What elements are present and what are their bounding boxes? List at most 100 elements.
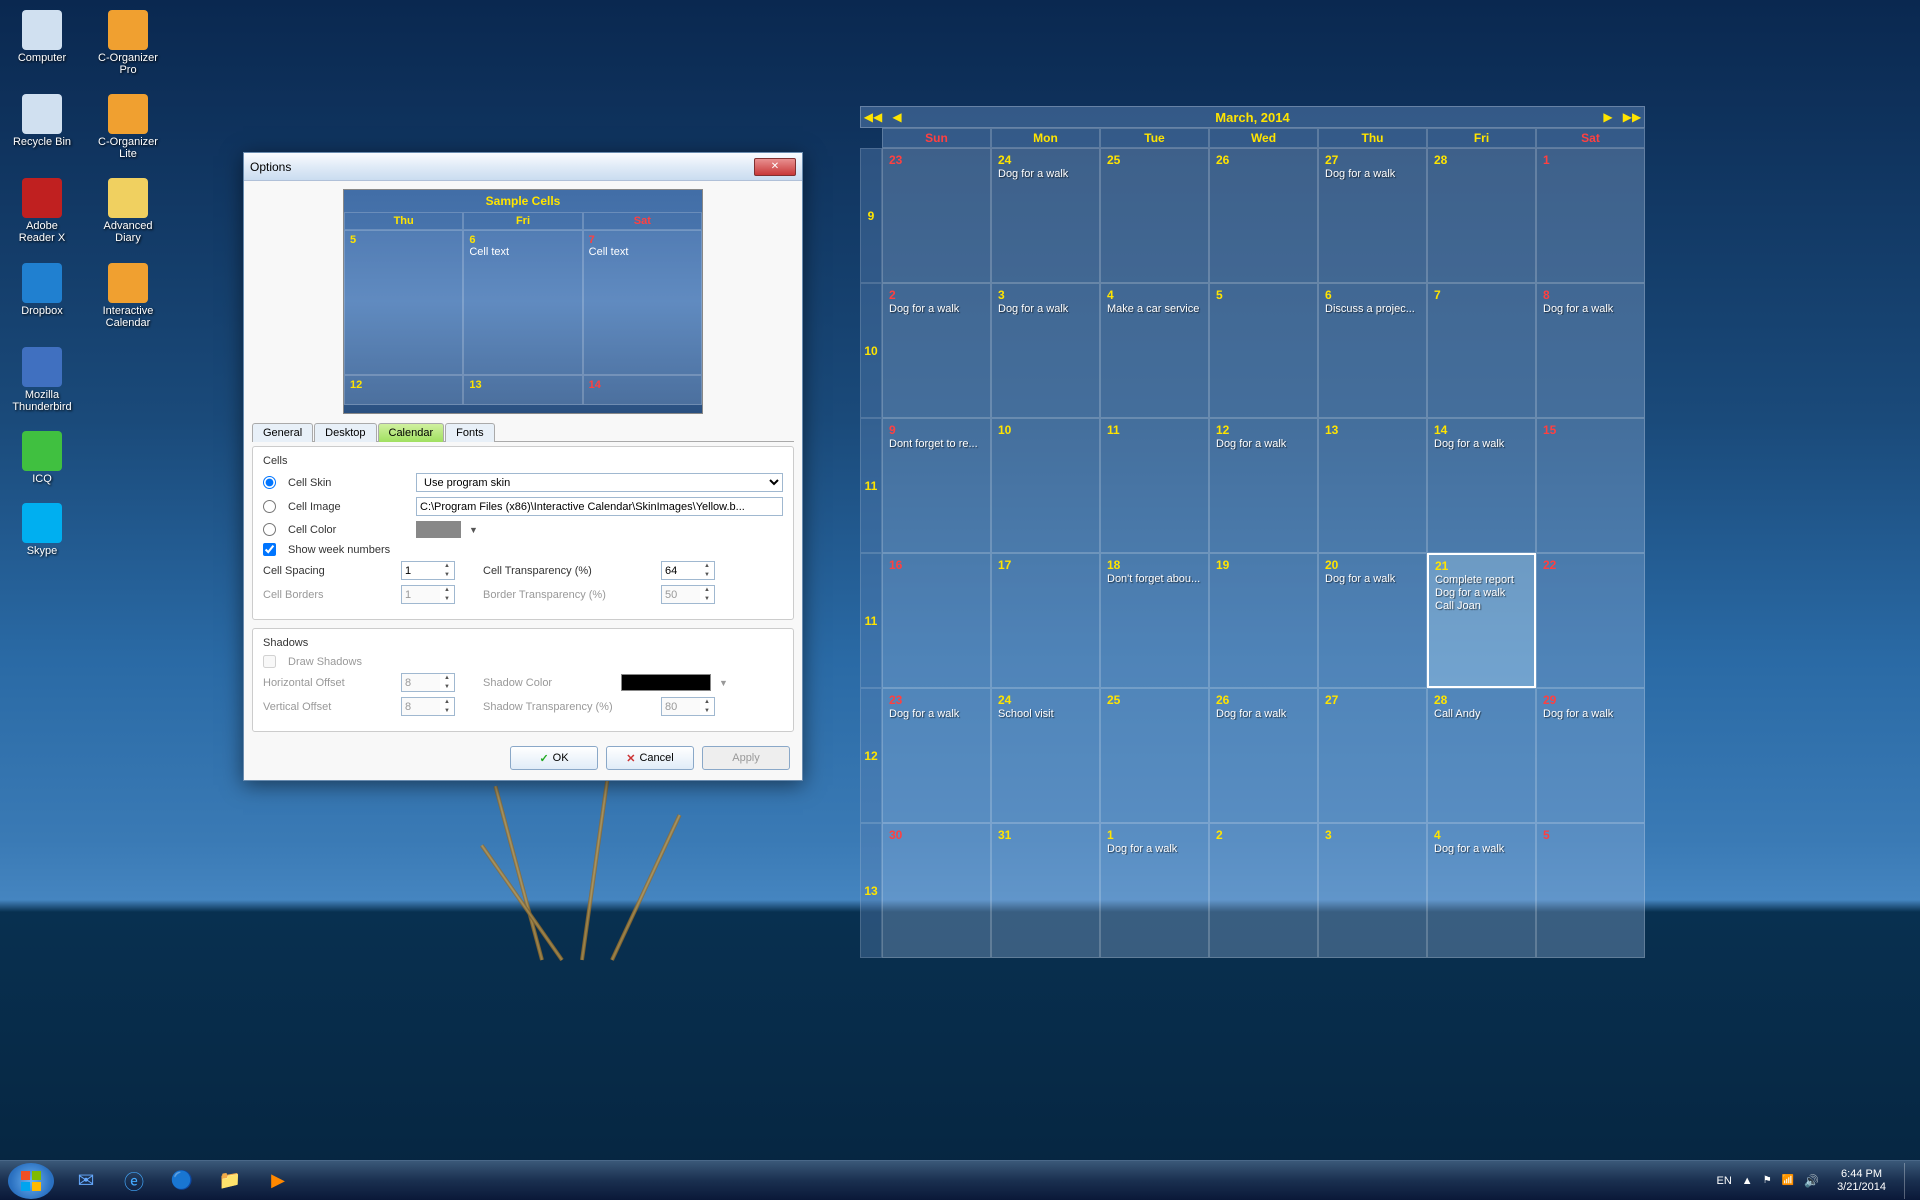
tab-general[interactable]: General bbox=[252, 423, 313, 442]
border-trans-spinner: ▲▼ bbox=[661, 585, 715, 604]
dialog-title: Options bbox=[250, 160, 754, 174]
language-indicator[interactable]: EN bbox=[1717, 1175, 1732, 1187]
taskbar-thunderbird-icon[interactable]: ✉ bbox=[62, 1164, 110, 1198]
taskbar-chrome-icon[interactable]: 🔵 bbox=[158, 1164, 206, 1198]
calendar-cell[interactable]: 27Dog for a walk bbox=[1318, 148, 1427, 283]
desktop-calendar: ◀◀ ◀ March, 2014 ▶ ▶▶ SunMonTueWedThuFri… bbox=[860, 106, 1645, 958]
desktop-icon-advanced-diary[interactable]: Advanced Diary bbox=[96, 178, 160, 244]
tab-calendar[interactable]: Calendar bbox=[378, 423, 445, 442]
taskbar-clock[interactable]: 6:44 PM 3/21/2014 bbox=[1829, 1168, 1894, 1192]
calendar-cell[interactable]: 16 bbox=[882, 553, 991, 688]
tray-flag2-icon[interactable]: ⚑ bbox=[1763, 1175, 1772, 1186]
tray-network-icon[interactable]: 📶 bbox=[1782, 1175, 1794, 1186]
calendar-cell[interactable]: 22 bbox=[1536, 553, 1645, 688]
preview-day-header: Fri bbox=[463, 212, 582, 230]
calendar-cell[interactable]: 1 bbox=[1536, 148, 1645, 283]
calendar-cell[interactable]: 5 bbox=[1536, 823, 1645, 958]
calendar-cell[interactable]: 3Dog for a walk bbox=[991, 283, 1100, 418]
calendar-day-header: Sat bbox=[1536, 128, 1645, 148]
desktop-icon-icq[interactable]: ICQ bbox=[10, 431, 74, 485]
calendar-cell[interactable]: 30 bbox=[882, 823, 991, 958]
desktop-icon-adobe-reader-x[interactable]: Adobe Reader X bbox=[10, 178, 74, 244]
taskbar-media-icon[interactable]: ▶ bbox=[254, 1164, 302, 1198]
tab-fonts[interactable]: Fonts bbox=[445, 423, 495, 442]
start-button[interactable] bbox=[8, 1163, 54, 1199]
tray-flag-icon[interactable]: ▲ bbox=[1742, 1175, 1753, 1187]
cell-color-swatch[interactable] bbox=[416, 521, 461, 538]
desktop-icon-c-organizer-lite[interactable]: C-Organizer Lite bbox=[96, 94, 160, 160]
calendar-cell[interactable]: 31 bbox=[991, 823, 1100, 958]
cell-image-input[interactable] bbox=[416, 497, 783, 516]
dialog-titlebar[interactable]: Options ✕ bbox=[244, 153, 802, 181]
close-button[interactable]: ✕ bbox=[754, 158, 796, 176]
calendar-cell[interactable]: 6Discuss a projec... bbox=[1318, 283, 1427, 418]
calendar-cell[interactable]: 15 bbox=[1536, 418, 1645, 553]
calendar-cell[interactable]: 24Dog for a walk bbox=[991, 148, 1100, 283]
prev-year-button[interactable]: ◀◀ bbox=[861, 110, 885, 124]
desktop-icon-mozilla-thunderbird[interactable]: Mozilla Thunderbird bbox=[10, 347, 74, 413]
calendar-cell[interactable]: 28 bbox=[1427, 148, 1536, 283]
calendar-cell[interactable]: 4Dog for a walk bbox=[1427, 823, 1536, 958]
calendar-cell[interactable]: 1Dog for a walk bbox=[1100, 823, 1209, 958]
calendar-cell[interactable]: 29Dog for a walk bbox=[1536, 688, 1645, 823]
desktop-icon-dropbox[interactable]: Dropbox bbox=[10, 263, 74, 329]
calendar-cell[interactable]: 19 bbox=[1209, 553, 1318, 688]
calendar-cell[interactable]: 25 bbox=[1100, 148, 1209, 283]
show-week-checkbox[interactable] bbox=[263, 543, 276, 556]
calendar-cell[interactable]: 17 bbox=[991, 553, 1100, 688]
calendar-cell[interactable]: 26Dog for a walk bbox=[1209, 688, 1318, 823]
ok-button[interactable]: ✓OK bbox=[510, 746, 598, 770]
desktop-icons: Computer C-Organizer Pro Recycle Bin C-Orga… bbox=[10, 10, 160, 557]
cell-trans-spinner[interactable]: ▲▼ bbox=[661, 561, 715, 580]
show-desktop-button[interactable] bbox=[1904, 1163, 1912, 1199]
calendar-day-headers: SunMonTueWedThuFriSat bbox=[882, 128, 1645, 148]
prev-month-button[interactable]: ◀ bbox=[885, 110, 909, 124]
preview-cell: 14 bbox=[583, 375, 702, 405]
calendar-cell[interactable]: 25 bbox=[1100, 688, 1209, 823]
calendar-cell[interactable]: 7 bbox=[1427, 283, 1536, 418]
desktop-icon-recycle-bin[interactable]: Recycle Bin bbox=[10, 94, 74, 160]
calendar-cell[interactable]: 9Dont forget to re... bbox=[882, 418, 991, 553]
next-month-button[interactable]: ▶ bbox=[1596, 110, 1620, 124]
calendar-cell[interactable]: 18Don't forget abou... bbox=[1100, 553, 1209, 688]
calendar-cell[interactable]: 24School visit bbox=[991, 688, 1100, 823]
calendar-cell[interactable]: 11 bbox=[1100, 418, 1209, 553]
system-tray[interactable]: EN ▲ ⚑ 📶 🔊 6:44 PM 3/21/2014 bbox=[1717, 1163, 1912, 1199]
cell-spacing-spinner[interactable]: ▲▼ bbox=[401, 561, 455, 580]
draw-shadows-checkbox bbox=[263, 655, 276, 668]
calendar-cell[interactable]: 2 bbox=[1209, 823, 1318, 958]
calendar-cell[interactable]: 3 bbox=[1318, 823, 1427, 958]
cell-skin-select[interactable]: Use program skin bbox=[416, 473, 783, 492]
tray-volume-icon[interactable]: 🔊 bbox=[1804, 1174, 1819, 1188]
calendar-cell[interactable]: 2Dog for a walk bbox=[882, 283, 991, 418]
calendar-cell[interactable]: 21Complete reportDog for a walkCall Joan bbox=[1427, 553, 1536, 688]
cell-image-radio[interactable] bbox=[263, 500, 276, 513]
calendar-cell[interactable]: 28Call Andy bbox=[1427, 688, 1536, 823]
calendar-cell[interactable]: 23Dog for a walk bbox=[882, 688, 991, 823]
shadows-group: Shadows Draw Shadows Horizontal Offset ▲… bbox=[252, 628, 794, 732]
cell-skin-radio[interactable] bbox=[263, 476, 276, 489]
next-year-button[interactable]: ▶▶ bbox=[1620, 110, 1644, 124]
desktop-icon-skype[interactable]: Skype bbox=[10, 503, 74, 557]
calendar-cell[interactable]: 20Dog for a walk bbox=[1318, 553, 1427, 688]
calendar-cell[interactable]: 4Make a car service bbox=[1100, 283, 1209, 418]
tab-desktop[interactable]: Desktop bbox=[314, 423, 376, 442]
calendar-cell[interactable]: 8Dog for a walk bbox=[1536, 283, 1645, 418]
cell-color-radio[interactable] bbox=[263, 523, 276, 536]
calendar-cell[interactable]: 13 bbox=[1318, 418, 1427, 553]
desktop-icon-computer[interactable]: Computer bbox=[10, 10, 74, 76]
cancel-button[interactable]: ✕Cancel bbox=[606, 746, 694, 770]
preview-cell: 13 bbox=[463, 375, 582, 405]
calendar-cell[interactable]: 23 bbox=[882, 148, 991, 283]
taskbar-ie-icon[interactable]: ⓔ bbox=[110, 1164, 158, 1198]
calendar-cell[interactable]: 14Dog for a walk bbox=[1427, 418, 1536, 553]
calendar-cell[interactable]: 27 bbox=[1318, 688, 1427, 823]
calendar-cell[interactable]: 12Dog for a walk bbox=[1209, 418, 1318, 553]
cell-borders-spinner: ▲▼ bbox=[401, 585, 455, 604]
taskbar-explorer-icon[interactable]: 📁 bbox=[206, 1164, 254, 1198]
calendar-cell[interactable]: 10 bbox=[991, 418, 1100, 553]
desktop-icon-c-organizer-pro[interactable]: C-Organizer Pro bbox=[96, 10, 160, 76]
desktop-icon-interactive-calendar[interactable]: Interactive Calendar bbox=[96, 263, 160, 329]
calendar-cell[interactable]: 5 bbox=[1209, 283, 1318, 418]
calendar-cell[interactable]: 26 bbox=[1209, 148, 1318, 283]
